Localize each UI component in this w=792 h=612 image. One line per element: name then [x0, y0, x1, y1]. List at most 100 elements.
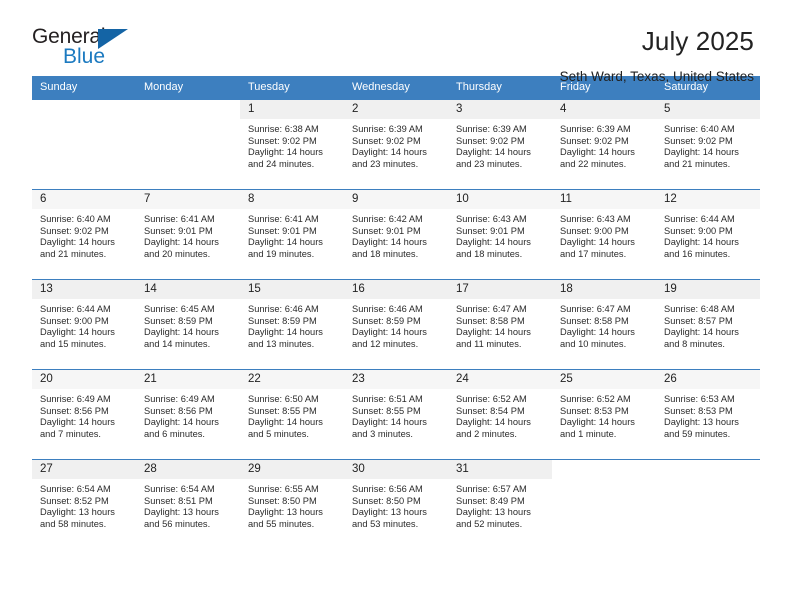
calendar-day-cell[interactable]: 16 Sunrise: 6:46 AM Sunset: 8:59 PM Dayligh… [344, 279, 448, 370]
daylight-text: Daylight: 14 hours [664, 327, 739, 338]
day-number: 21 [136, 370, 240, 389]
calendar-day-cell[interactable]: 28 Sunrise: 6:54 AM Sunset: 8:51 PM Dayligh… [136, 459, 240, 550]
daylight-text: and 14 minutes. [144, 338, 211, 349]
calendar-day-cell[interactable]: 14 Sunrise: 6:45 AM Sunset: 8:59 PM Dayligh… [136, 279, 240, 370]
daylight-text: and 2 minutes. [456, 428, 517, 439]
day-details: Sunrise: 6:43 AM Sunset: 9:00 PM Daylight:… [552, 209, 656, 260]
calendar-day-cell[interactable]: 9 Sunrise: 6:42 AM Sunset: 9:01 PM Daylight… [344, 189, 448, 280]
daylight-text: Daylight: 14 hours [352, 237, 427, 248]
logo-word-blue: Blue [63, 45, 106, 68]
sunset-text: Sunset: 9:00 PM [40, 315, 109, 326]
sunrise-text: Sunrise: 6:53 AM [664, 394, 735, 404]
calendar-day-cell[interactable]: 26 Sunrise: 6:53 AM Sunset: 8:53 PM Dayligh… [656, 369, 760, 460]
daylight-text: Daylight: 14 hours [144, 417, 219, 428]
day-number: 14 [136, 280, 240, 299]
calendar-day-cell[interactable]: 1 Sunrise: 6:38 AM Sunset: 9:02 PM Daylight… [240, 99, 344, 190]
calendar-day-cell[interactable]: 20 Sunrise: 6:49 AM Sunset: 8:56 PM Dayligh… [32, 369, 136, 460]
general-blue-logo[interactable]: General Blue [32, 26, 144, 74]
title-block: July 2025 Seth Ward, Texas, United State… [560, 26, 758, 86]
day-number: 22 [240, 370, 344, 389]
calendar-day-cell[interactable]: 22 Sunrise: 6:50 AM Sunset: 8:55 PM Dayligh… [240, 369, 344, 460]
day-details [552, 479, 656, 484]
calendar-week-row: 27 Sunrise: 6:54 AM Sunset: 8:52 PM Dayligh… [32, 459, 760, 550]
calendar-day-cell[interactable]: 25 Sunrise: 6:52 AM Sunset: 8:53 PM Dayligh… [552, 369, 656, 460]
sunrise-text: Sunrise: 6:38 AM [248, 124, 319, 134]
calendar-day-cell[interactable]: 5 Sunrise: 6:40 AM Sunset: 9:02 PM Daylight… [656, 99, 760, 190]
sunset-text: Sunset: 9:02 PM [40, 225, 109, 236]
calendar-day-cell[interactable]: 8 Sunrise: 6:41 AM Sunset: 9:01 PM Daylight… [240, 189, 344, 280]
calendar-day-cell[interactable]: 30 Sunrise: 6:56 AM Sunset: 8:50 PM Dayligh… [344, 459, 448, 550]
daylight-text: Daylight: 14 hours [144, 327, 219, 338]
calendar-day-cell[interactable]: 4 Sunrise: 6:39 AM Sunset: 9:02 PM Daylight… [552, 99, 656, 190]
calendar-day-cell[interactable]: 18 Sunrise: 6:47 AM Sunset: 8:58 PM Dayligh… [552, 279, 656, 370]
sunrise-text: Sunrise: 6:55 AM [248, 484, 319, 494]
calendar-day-cell[interactable]: 29 Sunrise: 6:55 AM Sunset: 8:50 PM Dayligh… [240, 459, 344, 550]
daylight-text: and 55 minutes. [248, 518, 315, 529]
weekday-header-wednesday: Wednesday [344, 76, 448, 100]
day-details: Sunrise: 6:42 AM Sunset: 9:01 PM Daylight:… [344, 209, 448, 260]
day-number: 16 [344, 280, 448, 299]
daylight-text: and 10 minutes. [560, 338, 627, 349]
day-number: 24 [448, 370, 552, 389]
sunrise-text: Sunrise: 6:39 AM [456, 124, 527, 134]
calendar-day-cell[interactable]: 24 Sunrise: 6:52 AM Sunset: 8:54 PM Dayligh… [448, 369, 552, 460]
sunrise-text: Sunrise: 6:54 AM [40, 484, 111, 494]
day-details: Sunrise: 6:54 AM Sunset: 8:51 PM Daylight:… [136, 479, 240, 530]
daylight-text: Daylight: 14 hours [248, 237, 323, 248]
sunset-text: Sunset: 8:50 PM [352, 495, 421, 506]
calendar-day-cell[interactable]: 21 Sunrise: 6:49 AM Sunset: 8:56 PM Dayligh… [136, 369, 240, 460]
calendar-cell-empty [552, 459, 656, 550]
day-number: 18 [552, 280, 656, 299]
day-details: Sunrise: 6:57 AM Sunset: 8:49 PM Daylight:… [448, 479, 552, 530]
logo-word-general: General [32, 25, 106, 48]
day-details: Sunrise: 6:40 AM Sunset: 9:02 PM Daylight:… [656, 119, 760, 170]
daylight-text: Daylight: 14 hours [352, 327, 427, 338]
daylight-text: and 21 minutes. [664, 158, 731, 169]
daylight-text: and 20 minutes. [144, 248, 211, 259]
daylight-text: and 3 minutes. [352, 428, 413, 439]
daylight-text: Daylight: 14 hours [456, 417, 531, 428]
daylight-text: Daylight: 14 hours [248, 147, 323, 158]
calendar-day-cell[interactable]: 7 Sunrise: 6:41 AM Sunset: 9:01 PM Daylight… [136, 189, 240, 280]
calendar-day-cell[interactable]: 10 Sunrise: 6:43 AM Sunset: 9:01 PM Dayligh… [448, 189, 552, 280]
sunset-text: Sunset: 8:59 PM [352, 315, 421, 326]
calendar-day-cell[interactable]: 19 Sunrise: 6:48 AM Sunset: 8:57 PM Dayligh… [656, 279, 760, 370]
day-details: Sunrise: 6:49 AM Sunset: 8:56 PM Daylight:… [136, 389, 240, 440]
page-header: General Blue July 2025 Seth Ward, Texas,… [0, 0, 792, 84]
calendar-day-cell[interactable]: 11 Sunrise: 6:43 AM Sunset: 9:00 PM Dayligh… [552, 189, 656, 280]
daylight-text: Daylight: 14 hours [456, 327, 531, 338]
day-details [656, 479, 760, 484]
calendar-day-cell[interactable]: 31 Sunrise: 6:57 AM Sunset: 8:49 PM Dayligh… [448, 459, 552, 550]
day-number: 3 [448, 100, 552, 119]
sunrise-text: Sunrise: 6:47 AM [560, 304, 631, 314]
day-details: Sunrise: 6:39 AM Sunset: 9:02 PM Daylight:… [344, 119, 448, 170]
calendar-day-cell[interactable]: 17 Sunrise: 6:47 AM Sunset: 8:58 PM Dayligh… [448, 279, 552, 370]
day-number: 10 [448, 190, 552, 209]
daylight-text: Daylight: 13 hours [144, 507, 219, 518]
calendar-cell-empty [136, 99, 240, 190]
sunset-text: Sunset: 8:56 PM [40, 405, 109, 416]
calendar-day-cell[interactable]: 12 Sunrise: 6:44 AM Sunset: 9:00 PM Dayligh… [656, 189, 760, 280]
daylight-text: Daylight: 14 hours [40, 417, 115, 428]
daylight-text: and 7 minutes. [40, 428, 101, 439]
day-details: Sunrise: 6:52 AM Sunset: 8:54 PM Daylight:… [448, 389, 552, 440]
day-details: Sunrise: 6:39 AM Sunset: 9:02 PM Daylight:… [552, 119, 656, 170]
day-details: Sunrise: 6:40 AM Sunset: 9:02 PM Daylight:… [32, 209, 136, 260]
calendar-day-cell[interactable]: 27 Sunrise: 6:54 AM Sunset: 8:52 PM Dayligh… [32, 459, 136, 550]
calendar-body: 1 Sunrise: 6:38 AM Sunset: 9:02 PM Daylight… [32, 99, 760, 550]
daylight-text: Daylight: 13 hours [40, 507, 115, 518]
day-details: Sunrise: 6:46 AM Sunset: 8:59 PM Daylight:… [240, 299, 344, 350]
calendar-day-cell[interactable]: 23 Sunrise: 6:51 AM Sunset: 8:55 PM Dayligh… [344, 369, 448, 460]
calendar-day-cell[interactable]: 3 Sunrise: 6:39 AM Sunset: 9:02 PM Daylight… [448, 99, 552, 190]
day-details: Sunrise: 6:46 AM Sunset: 8:59 PM Daylight:… [344, 299, 448, 350]
calendar-day-cell[interactable]: 15 Sunrise: 6:46 AM Sunset: 8:59 PM Dayligh… [240, 279, 344, 370]
day-number: 28 [136, 460, 240, 479]
calendar-day-cell[interactable]: 2 Sunrise: 6:39 AM Sunset: 9:02 PM Daylight… [344, 99, 448, 190]
day-number: 29 [240, 460, 344, 479]
daylight-text: Daylight: 13 hours [456, 507, 531, 518]
day-number: 27 [32, 460, 136, 479]
calendar-day-cell[interactable]: 6 Sunrise: 6:40 AM Sunset: 9:02 PM Daylight… [32, 189, 136, 280]
calendar-day-cell[interactable]: 13 Sunrise: 6:44 AM Sunset: 9:00 PM Dayligh… [32, 279, 136, 370]
sunrise-text: Sunrise: 6:52 AM [456, 394, 527, 404]
sunset-text: Sunset: 8:58 PM [560, 315, 629, 326]
